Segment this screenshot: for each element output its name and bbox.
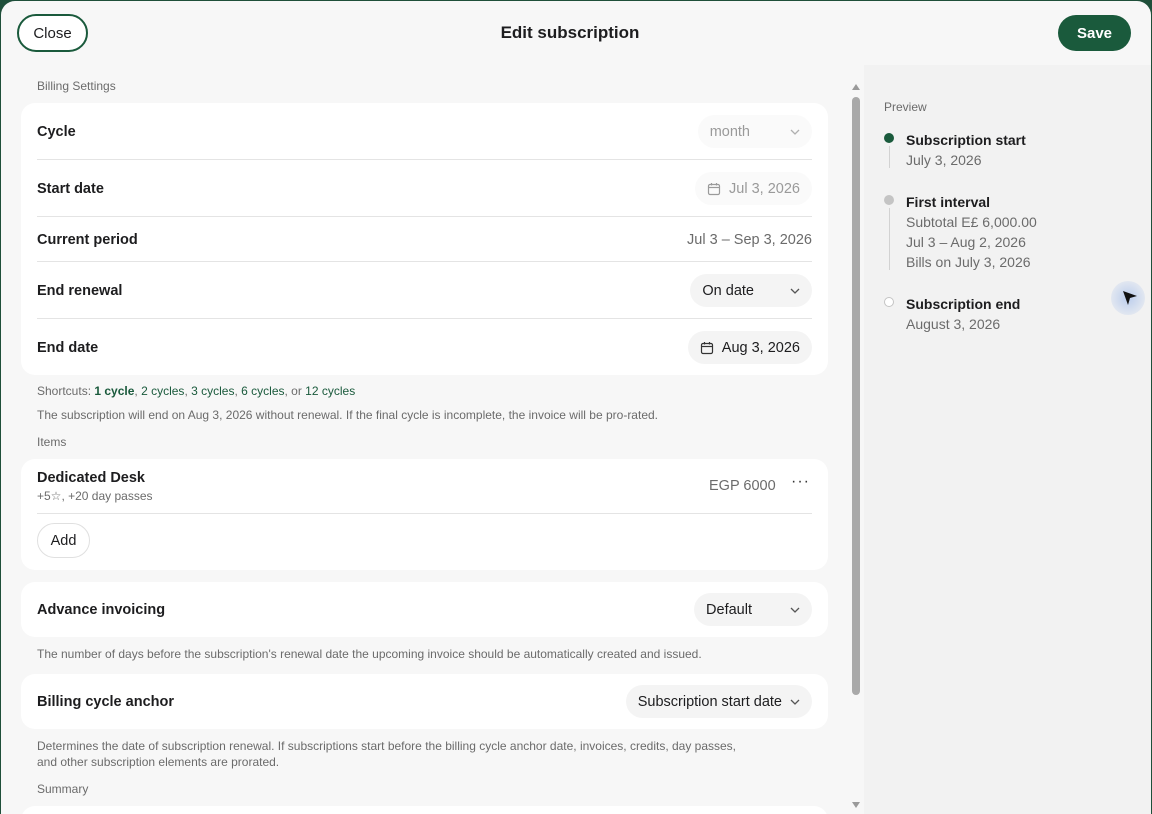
end-renewal-row: End renewal On date [37,274,812,307]
timeline-interval-title: First interval [906,194,991,210]
timeline-line [889,146,890,168]
billing-settings-label: Billing Settings [37,79,116,93]
timeline-interval-subtotal: Subtotal E£ 6,000.00 [906,214,1037,230]
advance-invoicing-select[interactable]: Default [694,593,812,626]
timeline-start-title: Subscription start [906,132,1026,148]
shortcut-2-cycles[interactable]: 2 cycles [141,384,184,398]
edit-subscription-modal: Close Edit subscription Save Billing Set… [1,1,1151,814]
billing-anchor-help-1: Determines the date of subscription rene… [37,739,737,753]
end-date-label: End date [37,339,99,356]
advance-invoicing-row: Advance invoicing Default [37,593,812,626]
summary-label: Summary [37,782,89,796]
advance-invoicing-label: Advance invoicing [37,601,166,618]
scrollbar-thumb[interactable] [852,97,860,695]
current-period-label: Current period [37,231,138,248]
timeline-interval-period: Jul 3 – Aug 2, 2026 [906,234,1026,250]
end-date-row: End date Aug 3, 2026 [37,331,812,364]
billing-anchor-value: Subscription start date [637,693,782,710]
cycle-label: Cycle [37,123,76,140]
shortcuts-prefix: Shortcuts: [37,384,95,398]
item-detail: +5☆, +20 day passes [37,489,153,503]
cycle-value: month [709,123,750,140]
start-date-row: Start date Jul 3, 2026 [37,172,812,205]
settings-panel: Billing Settings Cycle month Start date … [1,65,849,814]
cursor-highlight [1111,281,1145,315]
current-period-value: Jul 3 – Sep 3, 2026 [687,231,812,248]
item-price: EGP 6000 [709,478,776,494]
shortcut-1-cycle[interactable]: 1 cycle [94,384,134,398]
chevron-down-icon [790,288,800,294]
calendar-icon [700,341,713,354]
end-renewal-label: End renewal [37,282,123,299]
timeline-start-text: Subscription start July 3, 2026 [906,130,1026,170]
divider [37,318,812,319]
preview-label: Preview [884,100,927,114]
end-date-value: Aug 3, 2026 [721,339,800,356]
timeline-end-date: August 3, 2026 [906,316,1001,332]
item-info: Dedicated Desk +5☆, +20 day passes [37,469,153,505]
billing-anchor-row: Billing cycle anchor Subscription start … [37,685,812,718]
advance-invoicing-help: The number of days before the subscripti… [37,647,702,661]
timeline-interval-bills: Bills on July 3, 2026 [906,254,1031,270]
billing-anchor-card: Billing cycle anchor Subscription start … [21,674,828,729]
shortcut-12-cycles[interactable]: 12 cycles [305,384,355,398]
timeline-interval-text: First interval Subtotal E£ 6,000.00 Jul … [906,192,1037,272]
chevron-down-icon [790,607,800,613]
items-label: Items [37,435,67,449]
start-date-value: Jul 3, 2026 [729,180,800,197]
timeline-dot-empty [884,297,894,307]
billing-anchor-select[interactable]: Subscription start date [625,685,812,718]
timeline-end-text: Subscription end August 3, 2026 [906,294,1020,334]
start-date-picker[interactable]: Jul 3, 2026 [695,172,812,205]
timeline-start-date: July 3, 2026 [906,152,982,168]
end-renewal-select[interactable]: On date [690,274,812,307]
more-options-icon[interactable]: ··· [791,473,810,491]
timeline-end-title: Subscription end [906,296,1021,312]
divider [37,159,812,160]
start-date-label: Start date [37,180,104,197]
item-name: Dedicated Desk [37,470,145,486]
calendar-icon [707,182,721,195]
end-renewal-value: On date [702,282,754,299]
chevron-down-icon [790,129,800,135]
shortcut-3-cycles[interactable]: 3 cycles [191,384,234,398]
modal-header: Close Edit subscription Save [1,1,1151,65]
timeline-dot-done [884,133,894,143]
current-period-row: Current period Jul 3 – Sep 3, 2026 [37,223,812,256]
cycle-select[interactable]: month [697,115,812,148]
scrollbar[interactable] [849,81,863,814]
timeline-dot-pending [884,195,894,205]
save-button[interactable]: Save [1058,15,1131,51]
end-date-note: The subscription will end on Aug 3, 2026… [37,408,658,422]
billing-anchor-label: Billing cycle anchor [37,693,174,710]
billing-settings-card: Cycle month Start date Jul 3, 2026 Curre… [21,103,828,375]
cycle-row: Cycle month [37,115,812,148]
scroll-down-arrow-icon[interactable] [852,802,860,808]
advance-invoicing-card: Advance invoicing Default [21,582,828,637]
items-card: Dedicated Desk +5☆, +20 day passes EGP 6… [21,459,828,570]
divider [37,513,812,514]
shortcut-separator: , or [284,384,306,398]
scroll-up-arrow-icon[interactable] [852,84,860,90]
end-date-picker[interactable]: Aug 3, 2026 [687,331,812,364]
timeline-line [889,208,890,270]
summary-card [21,806,828,814]
billing-anchor-help-2: and other subscription elements are pror… [37,755,280,769]
advance-invoicing-value: Default [706,601,752,618]
add-item-button[interactable]: Add [37,523,90,558]
mouse-pointer-icon [1123,291,1137,305]
shortcuts: Shortcuts: 1 cycle, 2 cycles, 3 cycles, … [37,383,355,399]
preview-panel: Preview Subscription start July 3, 2026 … [864,65,1151,814]
shortcut-6-cycles[interactable]: 6 cycles [241,384,284,398]
page-title: Edit subscription [500,23,640,42]
divider [37,261,812,262]
divider [37,216,812,217]
chevron-down-icon [790,699,800,705]
